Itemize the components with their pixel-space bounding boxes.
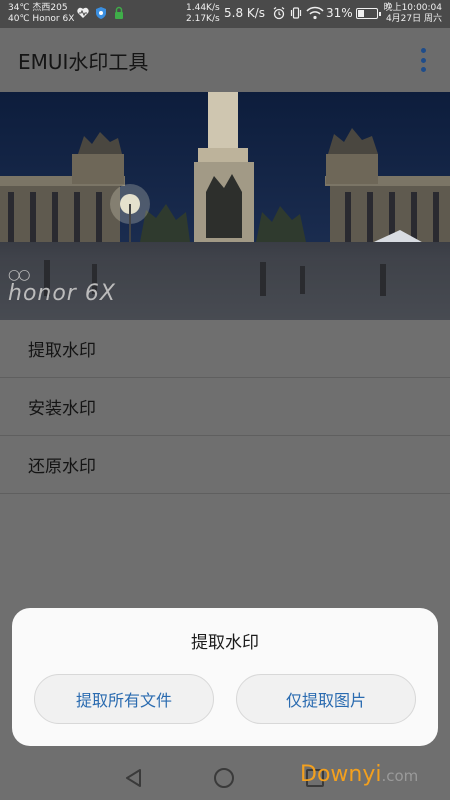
- extract-all-button[interactable]: 提取所有文件: [34, 674, 214, 724]
- clock-date: 4月27日 周六: [385, 14, 442, 24]
- honor-brand-text: honor 6X: [8, 281, 116, 306]
- honor-rings: ○○: [8, 267, 30, 283]
- menu-item-install[interactable]: 安装水印: [0, 378, 450, 436]
- speed-info: 1.44K/s 2.17K/s: [186, 3, 220, 25]
- watermark-suffix: .com: [381, 767, 419, 785]
- back-triangle-icon[interactable]: [124, 768, 144, 788]
- system-icons: [272, 6, 324, 20]
- alarm-icon: [273, 7, 285, 20]
- clock-time: 晚上10:00:04: [383, 3, 442, 13]
- extract-dialog: 提取水印 提取所有文件 仅提取图片: [12, 608, 438, 746]
- app-title: EMUI水印工具: [18, 50, 149, 74]
- net-speed: 5.8 K/s: [224, 6, 266, 20]
- battery-icon: [356, 8, 381, 19]
- lock-icon: [115, 6, 123, 19]
- clock-info: 晚上10:00:04 4月27日 周六: [384, 3, 442, 25]
- weather-line-1: 34℃ 杰西205: [8, 3, 68, 13]
- app-bar: EMUI水印工具: [0, 28, 450, 92]
- download-speed: 2.17K/s: [186, 14, 220, 24]
- weather-info: 34℃ 杰西205 40℃ Honor 6X: [8, 3, 74, 25]
- menu-item-restore[interactable]: 还原水印: [0, 436, 450, 494]
- status-bar: 34℃ 杰西205 40℃ Honor 6X 1.44K/s 2.17K/s 5…: [0, 0, 450, 28]
- upload-speed: 1.44K/s: [186, 3, 220, 13]
- wifi-icon: [306, 6, 324, 20]
- home-circle-icon[interactable]: [214, 768, 234, 788]
- site-watermark: Downyi.com: [300, 762, 418, 787]
- notification-icons: [76, 6, 126, 20]
- banner-image: ○○ honor 6X: [0, 92, 450, 320]
- honor-logo: ○○ honor 6X: [8, 267, 116, 306]
- dialog-title: 提取水印: [191, 633, 259, 653]
- more-vert-icon[interactable]: [418, 48, 428, 72]
- menu-item-extract[interactable]: 提取水印: [0, 320, 450, 378]
- battery-percent: 31%: [326, 6, 353, 20]
- menu-list: 提取水印 安装水印 还原水印: [0, 320, 450, 494]
- weather-line-2: 40℃ Honor 6X: [8, 14, 75, 24]
- vibrate-icon: [290, 7, 302, 19]
- shield-icon: [96, 7, 106, 19]
- health-icon: [77, 7, 89, 18]
- watermark-main: Downyi: [300, 762, 382, 787]
- extract-images-button[interactable]: 仅提取图片: [236, 674, 416, 724]
